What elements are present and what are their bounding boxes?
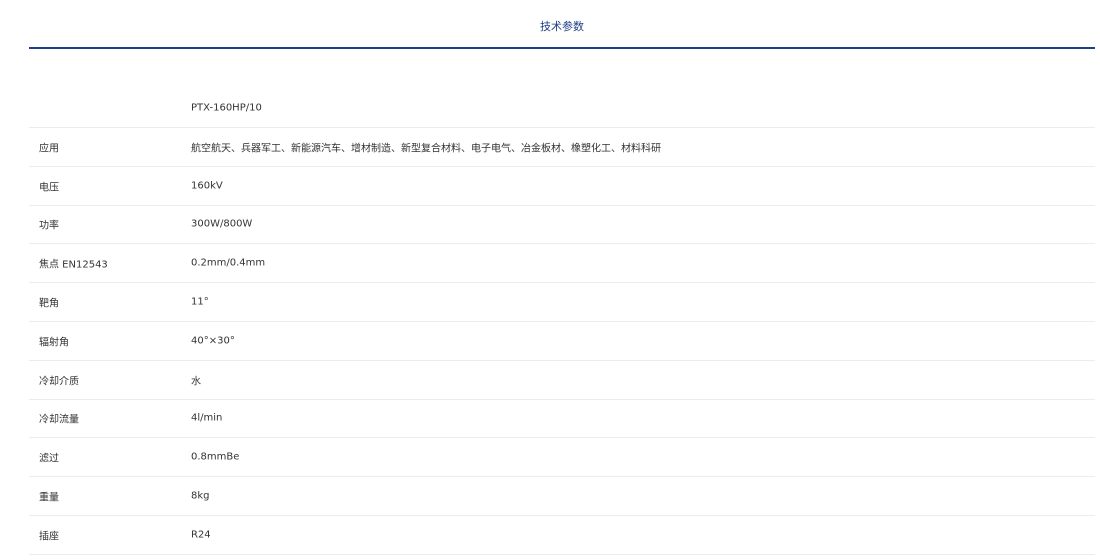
spec-label: 功率	[39, 220, 59, 232]
spec-value: 160kV	[191, 180, 223, 192]
table-row: 电压 160kV	[29, 167, 1095, 206]
spec-table: PTX-160HP/10 应用 航空航天、兵器军工、新能源汽车、增材制造、新型复…	[29, 88, 1095, 555]
table-row: 冷却流量 4l/min	[29, 400, 1095, 439]
spec-value: 航空航天、兵器军工、新能源汽车、增材制造、新型复合材料、电子电气、冶金板材、橡塑…	[191, 143, 661, 155]
spec-value: 0.8mmBe	[191, 451, 240, 463]
spec-label: 重量	[39, 492, 59, 504]
table-row-model: PTX-160HP/10	[29, 88, 1095, 128]
spec-label: 辐射角	[39, 337, 69, 349]
spec-label: 插座	[39, 531, 59, 543]
table-row: 功率 300W/800W	[29, 206, 1095, 245]
spec-label: 滤过	[39, 453, 59, 465]
spec-value: 水	[191, 376, 201, 388]
spec-value: 8kg	[191, 490, 210, 502]
table-row: 冷却介质 水	[29, 361, 1095, 400]
table-row: 靶角 11°	[29, 283, 1095, 322]
table-row: 重量 8kg	[29, 477, 1095, 516]
spec-label: 冷却介质	[39, 376, 79, 388]
tab-header: 技术参数	[29, 0, 1095, 49]
spec-value: 4l/min	[191, 412, 223, 424]
table-row: 辐射角 40°×30°	[29, 322, 1095, 361]
tab-tech-params[interactable]: 技术参数	[29, 19, 1095, 35]
model-value: PTX-160HP/10	[191, 102, 262, 113]
spec-label: 应用	[39, 143, 59, 155]
spec-label: 靶角	[39, 298, 59, 310]
spec-value: R24	[191, 529, 211, 541]
table-row: 滤过 0.8mmBe	[29, 438, 1095, 478]
spec-value: 40°×30°	[191, 335, 235, 347]
table-row: 应用 航空航天、兵器军工、新能源汽车、增材制造、新型复合材料、电子电气、冶金板材…	[29, 128, 1095, 167]
table-row: 焦点 EN12543 0.2mm/0.4mm	[29, 244, 1095, 284]
spec-value: 300W/800W	[191, 218, 253, 230]
table-row: 插座 R24	[29, 516, 1095, 555]
spec-label: 电压	[39, 182, 59, 194]
spec-label: 焦点 EN12543	[39, 259, 108, 271]
spec-value: 0.2mm/0.4mm	[191, 257, 266, 269]
spec-label: 冷却流量	[39, 414, 79, 426]
spec-value: 11°	[191, 296, 209, 308]
